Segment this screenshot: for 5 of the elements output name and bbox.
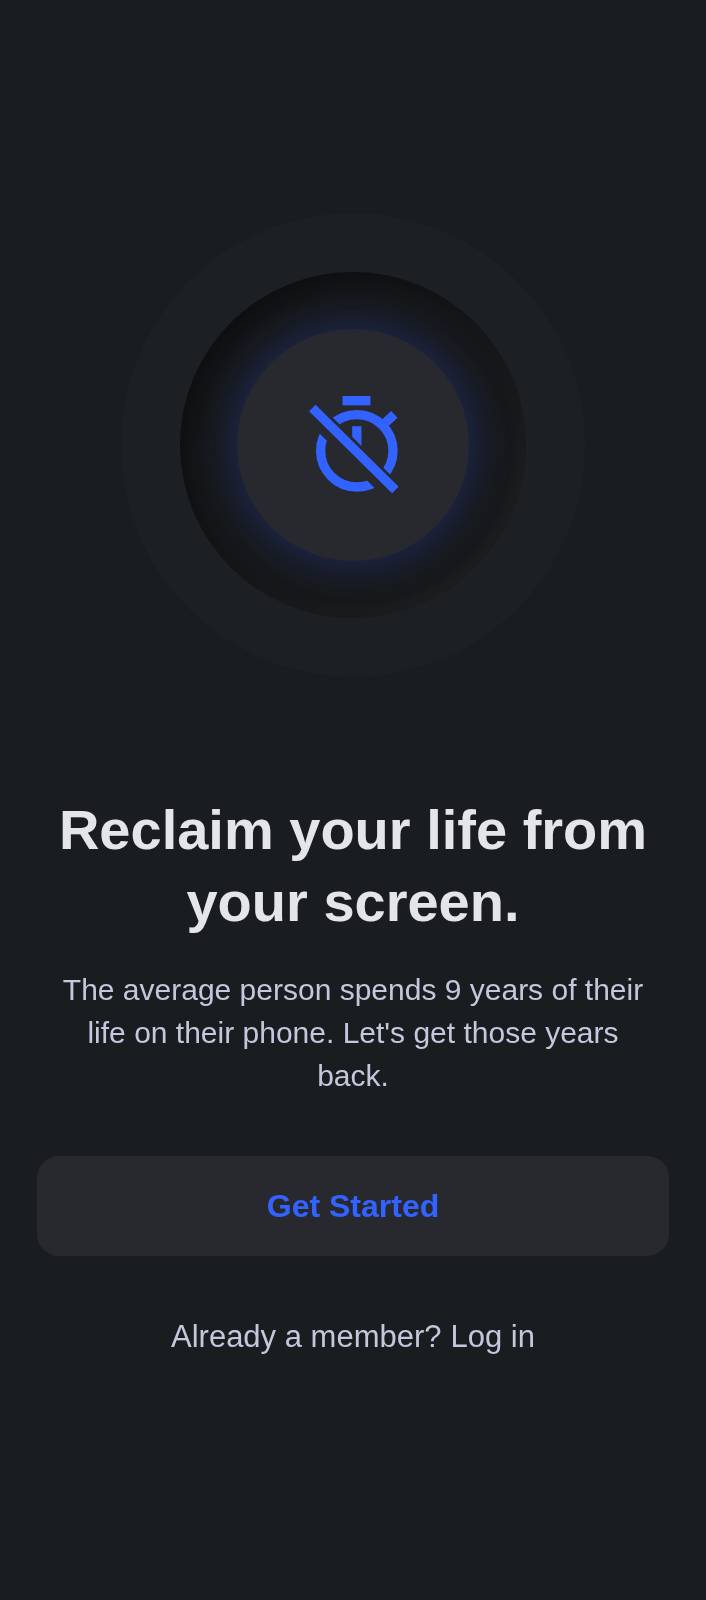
login-link[interactable]: Log in [450,1317,535,1357]
description: The average person spends 9 years of their life on their phone. Let's get those years back. [61,972,645,1094]
login-prompt-text: Already a member? [171,1318,442,1356]
heading: Reclaim your life from your screen. [57,797,649,935]
stopwatch-slash-icon [308,396,398,494]
